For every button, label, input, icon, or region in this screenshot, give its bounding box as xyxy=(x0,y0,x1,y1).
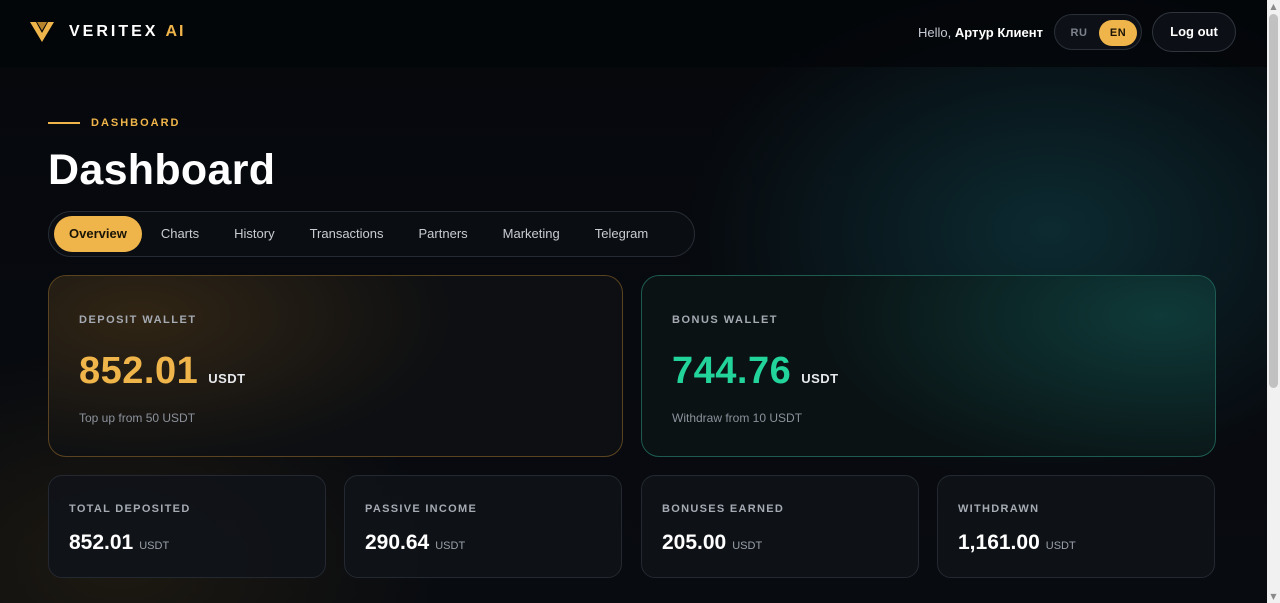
deposit-wallet-amount: 852.01 xyxy=(79,350,199,392)
tab-charts[interactable]: Charts xyxy=(145,216,215,252)
language-en-button[interactable]: EN xyxy=(1099,20,1137,46)
scroll-down-arrow-icon[interactable]: ▼ xyxy=(1267,590,1280,603)
page: VERITEX AI Hello, Артур Клиент RU EN Log… xyxy=(0,0,1267,603)
page-title: Dashboard xyxy=(48,146,276,194)
stat-value: 205.00 xyxy=(662,531,727,554)
stat-label: BONUSES EARNED xyxy=(662,503,785,515)
deposit-wallet-balance: 852.01 USDT xyxy=(79,350,246,393)
language-ru-button[interactable]: RU xyxy=(1060,20,1098,46)
tab-partners[interactable]: Partners xyxy=(403,216,484,252)
logout-button[interactable]: Log out xyxy=(1152,12,1236,52)
stat-card-bonuses-earned: BONUSES EARNED 205.00 USDT xyxy=(641,475,919,578)
deposit-wallet-note: Top up from 50 USDT xyxy=(79,411,196,425)
stat-card-passive-income: PASSIVE INCOME 290.64 USDT xyxy=(344,475,622,578)
stat-value: 290.64 xyxy=(365,531,430,554)
bonus-wallet-note: Withdraw from 10 USDT xyxy=(672,411,803,425)
bonus-wallet-balance: 744.76 USDT xyxy=(672,350,839,393)
tab-transactions[interactable]: Transactions xyxy=(294,216,400,252)
stat-label: PASSIVE INCOME xyxy=(365,503,478,515)
greeting-text: Hello, xyxy=(918,25,952,40)
deposit-wallet-card: DEPOSIT WALLET 852.01 USDT Top up from 5… xyxy=(48,275,623,457)
bonus-wallet-card: BONUS WALLET 744.76 USDT Withdraw from 1… xyxy=(641,275,1216,457)
stat-value-row: 290.64 USDT xyxy=(365,531,465,555)
stat-value: 1,161.00 xyxy=(958,531,1040,554)
stat-label: TOTAL DEPOSITED xyxy=(69,503,191,515)
brand-name: VERITEX xyxy=(69,23,159,40)
stat-unit: USDT xyxy=(139,540,170,552)
stat-value-row: 1,161.00 USDT xyxy=(958,531,1076,555)
user-name: Артур Клиент xyxy=(954,25,1043,40)
stat-unit: USDT xyxy=(732,540,763,552)
stat-card-total-deposited: TOTAL DEPOSITED 852.01 USDT xyxy=(48,475,326,578)
stat-value-row: 852.01 USDT xyxy=(69,531,169,555)
stat-unit: USDT xyxy=(435,540,466,552)
deposit-wallet-label: DEPOSIT WALLET xyxy=(79,314,197,326)
top-bar: VERITEX AI Hello, Артур Клиент RU EN Log… xyxy=(0,0,1267,67)
stat-value-row: 205.00 USDT xyxy=(662,531,762,555)
scrollbar-thumb[interactable] xyxy=(1269,14,1278,388)
tab-marketing[interactable]: Marketing xyxy=(487,216,576,252)
veritex-v-logo-icon xyxy=(30,22,54,42)
language-switcher: RU EN xyxy=(1054,14,1142,50)
deposit-wallet-unit: USDT xyxy=(208,371,246,386)
tab-telegram[interactable]: Telegram xyxy=(579,216,664,252)
scroll-up-arrow-icon[interactable]: ▲ xyxy=(1267,0,1280,13)
bonus-wallet-amount: 744.76 xyxy=(672,350,792,392)
stat-value: 852.01 xyxy=(69,531,134,554)
stat-unit: USDT xyxy=(1045,540,1076,552)
greeting: Hello, Артур Клиент xyxy=(918,25,1043,40)
tab-bar: Overview Charts History Transactions Par… xyxy=(48,211,695,257)
bonus-wallet-unit: USDT xyxy=(801,371,839,386)
stat-label: WITHDRAWN xyxy=(958,503,1040,515)
page-eyebrow: DASHBOARD xyxy=(91,117,181,129)
brand-suffix: AI xyxy=(165,23,186,40)
stat-card-withdrawn: WITHDRAWN 1,161.00 USDT xyxy=(937,475,1215,578)
brand-logo[interactable]: VERITEX AI xyxy=(29,20,185,44)
bonus-wallet-label: BONUS WALLET xyxy=(672,314,778,326)
tab-history[interactable]: History xyxy=(218,216,290,252)
tab-overview[interactable]: Overview xyxy=(54,216,142,252)
eyebrow-divider xyxy=(48,122,80,124)
